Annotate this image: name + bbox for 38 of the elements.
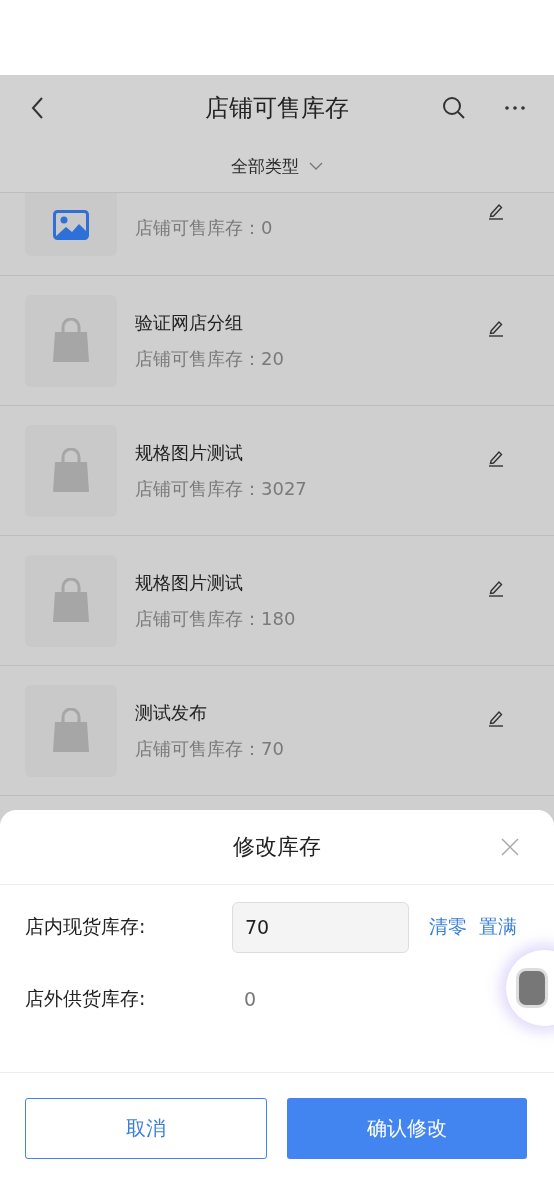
back-icon[interactable]: [30, 95, 44, 120]
chevron-down-icon: [309, 162, 323, 170]
stock-input[interactable]: 70: [232, 901, 409, 953]
search-icon[interactable]: [442, 95, 466, 120]
shopping-bag-icon: [51, 317, 91, 364]
image-icon: [53, 209, 89, 240]
sheet-title: 修改库存: [233, 833, 321, 861]
action-link[interactable]: 清零: [423, 914, 473, 940]
more-icon[interactable]: [504, 104, 526, 111]
edit-icon[interactable]: [488, 578, 504, 597]
shopping-bag-icon: [51, 577, 91, 624]
product-name: 验证网店分组: [135, 310, 244, 335]
product-row[interactable]: 测试发布 店铺可售库存：70: [0, 666, 554, 796]
action-link[interactable]: 置满: [473, 914, 523, 940]
field-value: 0: [244, 988, 257, 1010]
edit-icon[interactable]: [488, 318, 504, 337]
confirm-button[interactable]: 确认修改: [287, 1098, 527, 1159]
stock-text: 店铺可售库存：70: [135, 736, 285, 761]
stock-text: 店铺可售库存：3027: [135, 476, 308, 501]
edit-icon[interactable]: [488, 708, 504, 727]
edit-icon[interactable]: [488, 448, 504, 467]
product-row[interactable]: 规格图片测试 店铺可售库存：180: [0, 536, 554, 666]
product-row[interactable]: 规格图片测试 店铺可售库存：3027: [0, 406, 554, 536]
shopping-bag-icon: [51, 447, 91, 494]
product-name: 规格图片测试: [135, 440, 244, 465]
field-label: 店内现货库存:: [25, 914, 147, 939]
stock-text: 店铺可售库存：180: [135, 606, 297, 631]
type-filter[interactable]: 全部类型: [231, 154, 323, 178]
cancel-button[interactable]: 取消: [25, 1098, 267, 1159]
stock-text: 店铺可售库存：20: [135, 346, 285, 371]
product-row[interactable]: 验证网店分组 店铺可售库存：20: [0, 276, 554, 406]
field-label: 店外供货库存:: [25, 986, 147, 1011]
page-title: 店铺可售库存: [205, 92, 349, 124]
shopping-bag-icon: [51, 707, 91, 754]
stock-text: 店铺可售库存：0: [135, 216, 274, 240]
edit-icon[interactable]: [488, 202, 504, 220]
product-name: 规格图片测试: [135, 570, 244, 595]
product-name: 测试发布: [135, 700, 208, 725]
